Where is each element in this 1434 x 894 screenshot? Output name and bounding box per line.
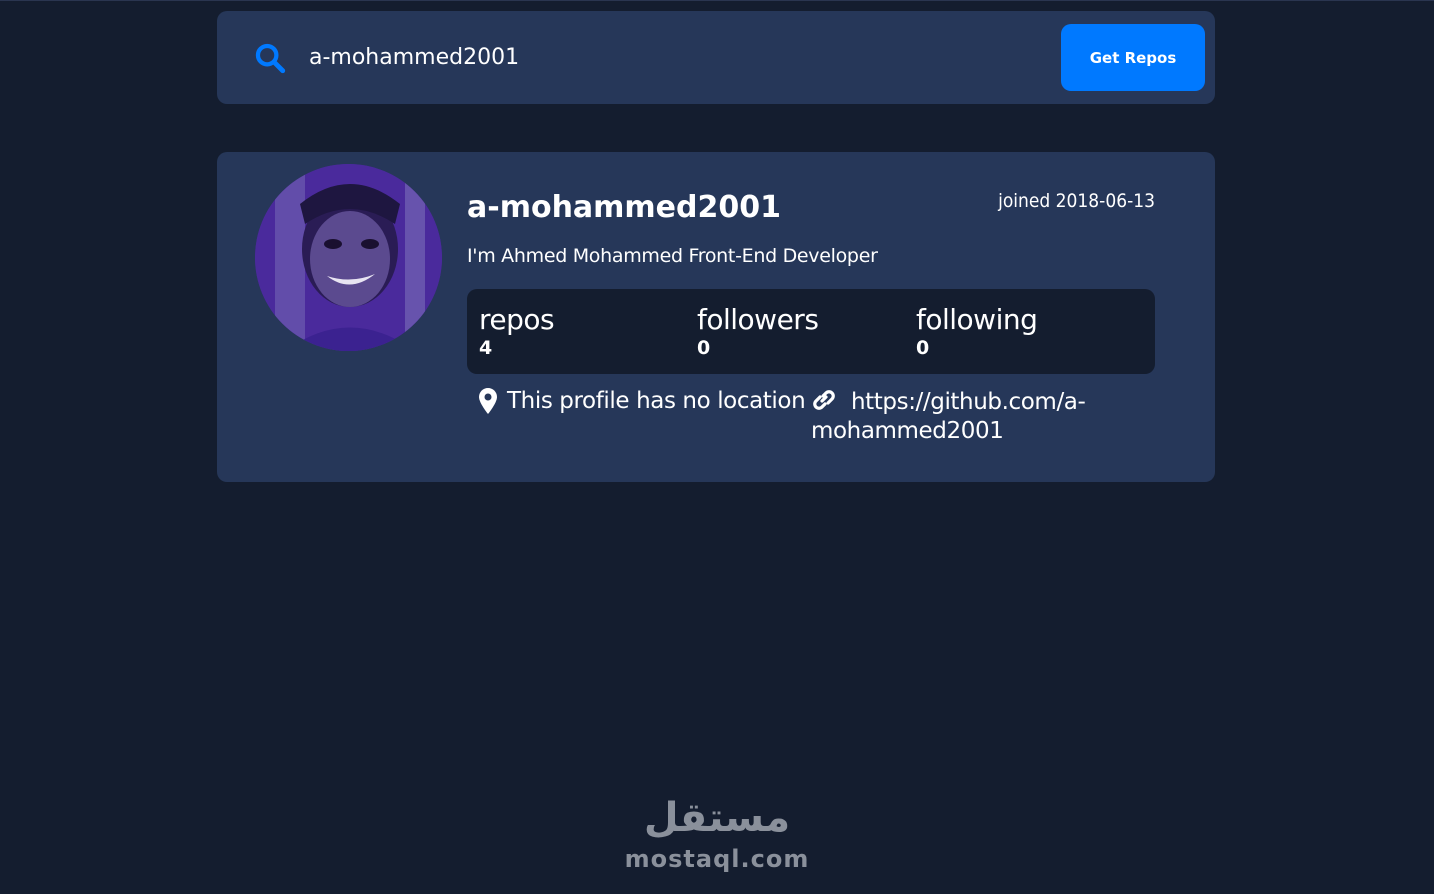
- stat-value: 0: [916, 337, 930, 359]
- avatar-image: [255, 164, 442, 351]
- watermark-arabic: مستقل: [643, 795, 791, 841]
- location: This profile has no location: [479, 388, 806, 414]
- blog-url[interactable]: https://github.com/a-mohammed2001: [811, 389, 1086, 444]
- search-bar: Get Repos: [217, 11, 1215, 104]
- mostaql-watermark: مستقل mostaql.com: [600, 790, 834, 872]
- search-input[interactable]: [309, 37, 1009, 77]
- location-text: This profile has no location: [507, 388, 806, 414]
- stat-value: 0: [697, 337, 711, 359]
- watermark-latin: mostaql.com: [624, 845, 810, 873]
- blog-link[interactable]: https://github.com/a-mohammed2001: [811, 388, 1111, 446]
- profile-bio: I'm Ahmed Mohammed Front-End Developer: [467, 245, 878, 267]
- profile-card: a-mohammed2001 joined 2018-06-13 I'm Ahm…: [217, 152, 1215, 482]
- stat-label: repos: [479, 303, 555, 336]
- link-icon: [813, 390, 835, 410]
- stat-followers: followers 0: [697, 303, 819, 359]
- stat-label: following: [916, 303, 1038, 336]
- profile-username: a-mohammed2001: [467, 190, 782, 225]
- get-repos-button[interactable]: Get Repos: [1061, 24, 1205, 91]
- top-border: [0, 0, 1434, 1]
- map-pin-icon: [479, 388, 497, 414]
- search-icon: [255, 43, 286, 74]
- stat-following: following 0: [916, 303, 1038, 359]
- stat-label: followers: [697, 303, 819, 336]
- stat-repos: repos 4: [479, 303, 555, 359]
- joined-date: joined 2018-06-13: [998, 190, 1155, 212]
- stat-value: 4: [479, 337, 493, 359]
- avatar: [255, 164, 442, 351]
- stats-panel: repos 4 followers 0 following 0: [467, 289, 1155, 374]
